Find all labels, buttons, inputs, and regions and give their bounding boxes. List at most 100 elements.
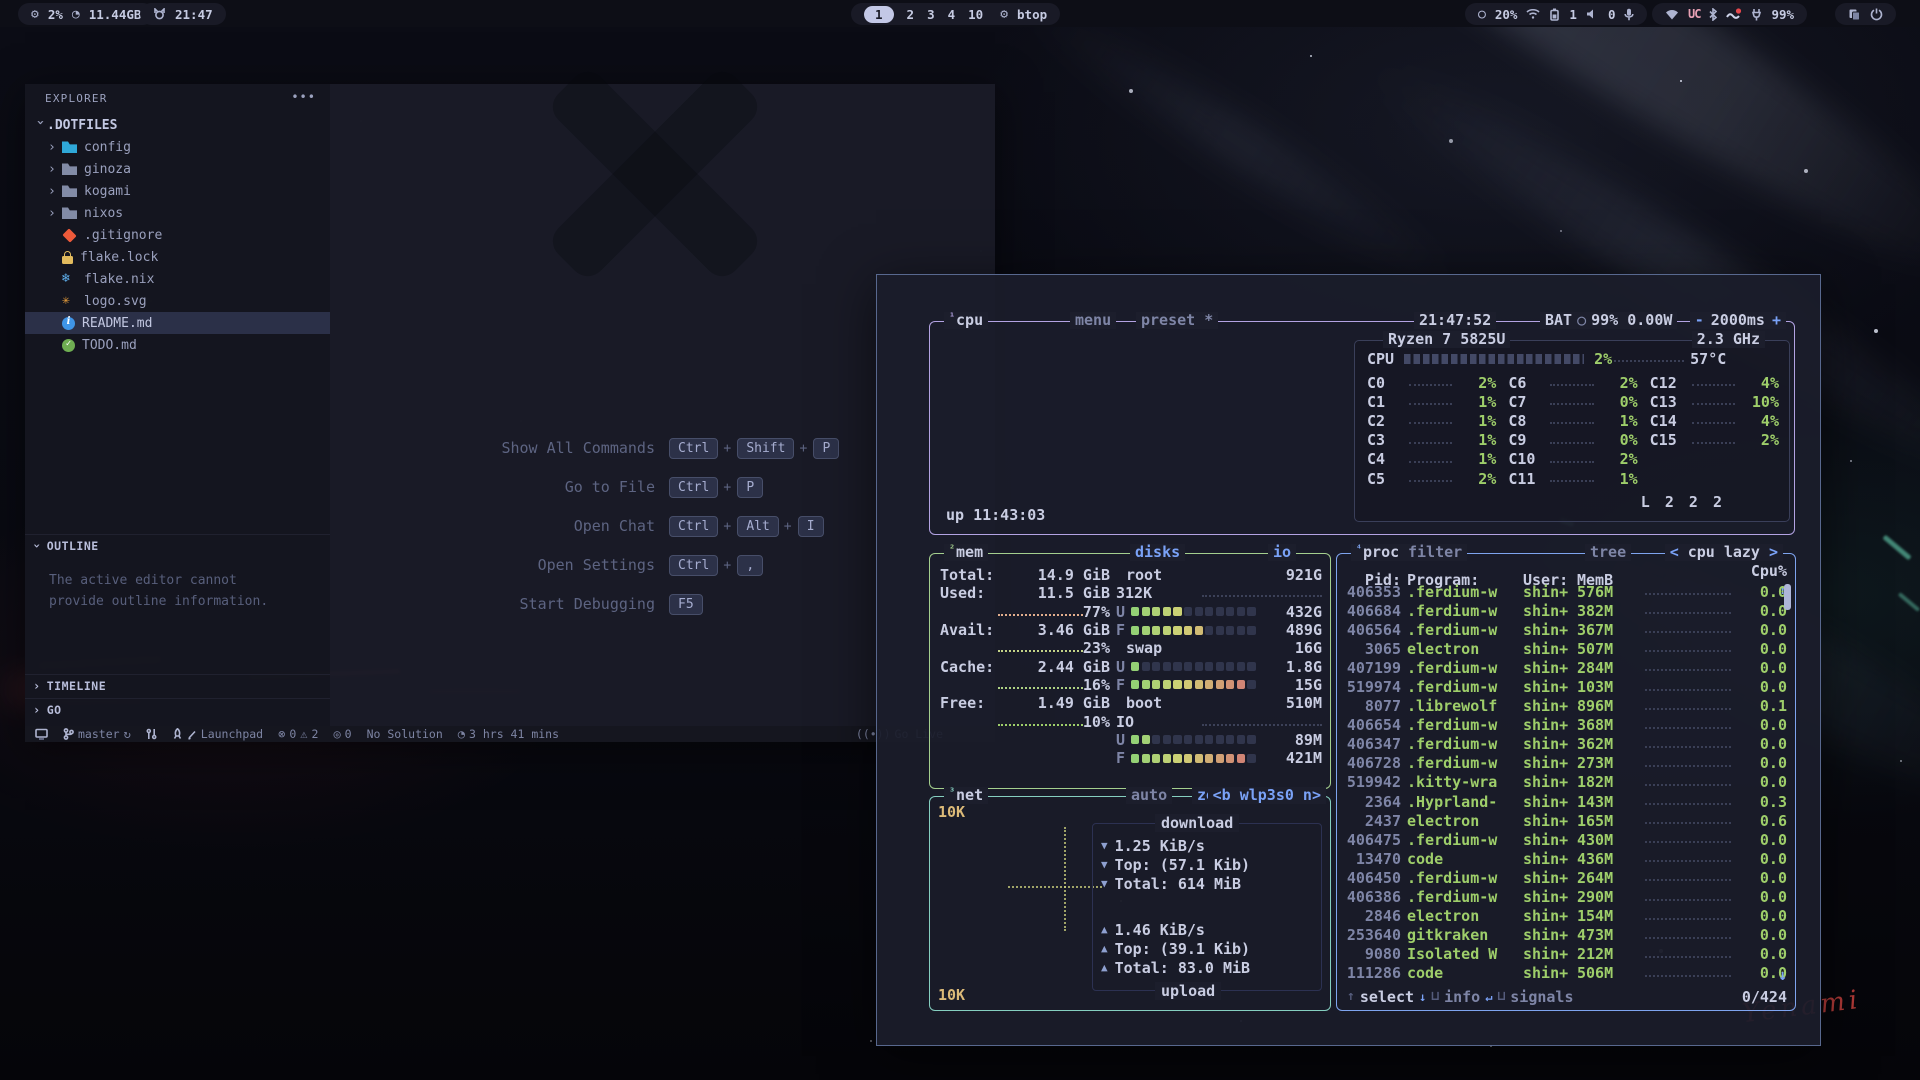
process-row[interactable]: 406475 .ferdium-w shin+ 430M 0.0 xyxy=(1337,830,1795,849)
session-module[interactable] xyxy=(1835,3,1896,25)
process-row[interactable]: 2846 electron shin+ 154M 0.0 xyxy=(1337,907,1795,926)
go-section-header[interactable]: › GO xyxy=(25,698,330,720)
process-row[interactable]: 407199 .ferdium-w shin+ 284M 0.0 xyxy=(1337,658,1795,677)
process-name: code xyxy=(1407,964,1523,982)
disk-used-value: 1.8G xyxy=(1286,658,1322,676)
tree-root-folder[interactable]: › .DOTFILES xyxy=(25,114,330,136)
chevron-right-icon: › xyxy=(48,206,62,221)
preset-button[interactable]: preset * xyxy=(1136,312,1218,329)
process-cpu: 0.0 xyxy=(1743,869,1787,887)
file-tree-item[interactable]: › ginoza xyxy=(25,158,330,180)
process-row[interactable]: 406347 .ferdium-w shin+ 362M 0.0 xyxy=(1337,735,1795,754)
process-row[interactable]: 519942 .kitty-wra shin+ 182M 0.0 xyxy=(1337,773,1795,792)
interval-decrease[interactable]: - xyxy=(1695,312,1704,329)
interval-increase[interactable]: + xyxy=(1772,312,1781,329)
ports-item[interactable]: ◎ 0 xyxy=(333,727,351,741)
cpu-box-title[interactable]: ¹cpu xyxy=(944,312,988,329)
net-box-title[interactable]: ³net xyxy=(944,787,988,804)
process-row[interactable]: 406564 .ferdium-w shin+ 367M 0.0 xyxy=(1337,620,1795,639)
process-mem: 143M xyxy=(1577,793,1627,811)
workspace-button[interactable]: 1 xyxy=(864,6,894,23)
workspace-button[interactable]: 2 xyxy=(907,7,915,22)
download-speed: 1.25 KiB/s xyxy=(1115,837,1205,855)
proc-box-title[interactable]: ⁴proc xyxy=(1351,544,1404,561)
file-tree-item[interactable]: › logo.svg xyxy=(25,290,330,312)
disk-used-meter xyxy=(1131,662,1280,671)
process-row[interactable]: 3065 electron shin+ 507M 0.0 xyxy=(1337,639,1795,658)
process-row[interactable]: 2364 .Hyprland- shin+ 143M 0.3 xyxy=(1337,792,1795,811)
process-cpu-dots xyxy=(1645,779,1731,786)
file-tree-item[interactable]: › TODO.md xyxy=(25,334,330,356)
process-row[interactable]: 406728 .ferdium-w shin+ 273M 0.0 xyxy=(1337,754,1795,773)
core-history-dots xyxy=(1550,475,1593,482)
launchpad-item[interactable]: Launchpad xyxy=(172,727,263,741)
process-row[interactable]: 9080 Isolated W shin+ 212M 0.0 xyxy=(1337,945,1795,964)
net-interface-selector[interactable]: <b wlp3s0 n> xyxy=(1208,787,1326,804)
disk-entry: swap16G U1.8G F15G xyxy=(1116,639,1322,694)
process-user: shin+ xyxy=(1523,793,1577,811)
workspace-button[interactable]: 10 xyxy=(968,7,983,22)
process-mem: 367M xyxy=(1577,621,1627,639)
status-bar-waybar: ⚙ 2% ◔ 11.44GB 21:47 123410 ⚙ btop ○ 20%… xyxy=(0,0,1920,27)
process-row[interactable]: 406386 .ferdium-w shin+ 290M 0.0 xyxy=(1337,888,1795,907)
process-row[interactable]: 253640 gitkraken shin+ 473M 0.0 xyxy=(1337,926,1795,945)
outline-section-header[interactable]: › OUTLINE xyxy=(25,534,330,556)
problems-item[interactable]: ⊗ 0 ⚠ 2 xyxy=(278,727,318,741)
mem-meter xyxy=(998,718,1083,726)
disks-title[interactable]: disks xyxy=(1130,544,1185,561)
file-tree-item[interactable]: › nixos xyxy=(25,202,330,224)
file-tree-item[interactable]: › flake.lock xyxy=(25,246,330,268)
process-row[interactable]: 406654 .ferdium-w shin+ 368M 0.0 xyxy=(1337,716,1795,735)
process-row[interactable]: 406353 .ferdium-w shin+ 576M 0.0 xyxy=(1337,582,1795,601)
process-cpu: 0.0 xyxy=(1743,659,1787,677)
more-actions-icon[interactable]: ••• xyxy=(291,90,316,104)
hardware-module[interactable]: ○ 20% 1 0 xyxy=(1465,3,1647,25)
core-name: C2 xyxy=(1367,412,1407,430)
info-hint[interactable]: info xyxy=(1444,988,1480,1006)
file-tree-item[interactable]: › README.md xyxy=(25,312,330,334)
tree-button[interactable]: tree xyxy=(1585,544,1631,561)
workspace-button[interactable]: 4 xyxy=(948,7,956,22)
clock-module[interactable]: 21:47 xyxy=(140,3,226,25)
process-row[interactable]: 111286 code shin+ 506M 0.0 xyxy=(1337,964,1795,983)
file-tree-item[interactable]: › flake.nix xyxy=(25,268,330,290)
compare-changes-item[interactable] xyxy=(146,728,157,740)
file-tree-item[interactable]: › config xyxy=(25,136,330,158)
file-tree-item[interactable]: › kogami xyxy=(25,180,330,202)
sort-prev[interactable]: < xyxy=(1670,544,1679,561)
signals-hint[interactable]: signals xyxy=(1510,988,1573,1006)
process-row[interactable]: 406684 .ferdium-w shin+ 382M 0.0 xyxy=(1337,601,1795,620)
proc-scrollbar[interactable] xyxy=(1784,584,1791,610)
select-hint[interactable]: select xyxy=(1360,988,1414,1006)
core-row: C10 2% xyxy=(1508,450,1637,469)
paw-icon xyxy=(153,8,166,20)
mem-label: Cache: xyxy=(940,658,994,676)
keyboard-shortcut-hints: Show All Commands CtrlShiftP Go to File … xyxy=(435,436,895,631)
file-name: flake.lock xyxy=(80,250,158,265)
timeline-section-header[interactable]: › TIMELINE xyxy=(25,674,330,696)
filter-button[interactable]: filter xyxy=(1403,544,1467,561)
process-cpu-dots xyxy=(1645,817,1731,824)
net-auto-button[interactable]: auto xyxy=(1126,787,1172,804)
sort-selector[interactable]: <cpu lazy> xyxy=(1665,544,1783,561)
mem-label: Used: xyxy=(940,584,985,602)
remote-indicator[interactable] xyxy=(35,728,48,740)
tray-module[interactable]: UC 99% xyxy=(1652,3,1807,25)
sort-next[interactable]: > xyxy=(1769,544,1778,561)
mem-box-title[interactable]: ²mem xyxy=(944,544,988,561)
system-stats-module[interactable]: ⚙ 2% ◔ 11.44GB xyxy=(18,3,154,25)
file-tree-item[interactable]: › .gitignore xyxy=(25,224,330,246)
process-row[interactable]: 519974 .ferdium-w shin+ 103M 0.0 xyxy=(1337,677,1795,696)
process-table: 406353 .ferdium-w shin+ 576M 0.0 406684 … xyxy=(1337,582,1795,983)
git-branch-item[interactable]: master ↻ xyxy=(63,727,131,741)
menu-button[interactable]: menu xyxy=(1070,312,1116,329)
workspace-button[interactable]: 3 xyxy=(927,7,935,22)
process-row[interactable]: 406450 .ferdium-w shin+ 264M 0.0 xyxy=(1337,868,1795,887)
time-tracker-item[interactable]: ◔ 3 hrs 41 mins xyxy=(458,727,559,741)
process-row[interactable]: 8077 .librewolf shin+ 896M 0.1 xyxy=(1337,697,1795,716)
process-user: shin+ xyxy=(1523,602,1577,620)
process-row[interactable]: 13470 code shin+ 436M 0.0 xyxy=(1337,849,1795,868)
io-title[interactable]: io xyxy=(1268,544,1296,561)
process-row[interactable]: 2437 electron shin+ 165M 0.6 xyxy=(1337,811,1795,830)
solution-item[interactable]: No Solution xyxy=(367,727,443,741)
